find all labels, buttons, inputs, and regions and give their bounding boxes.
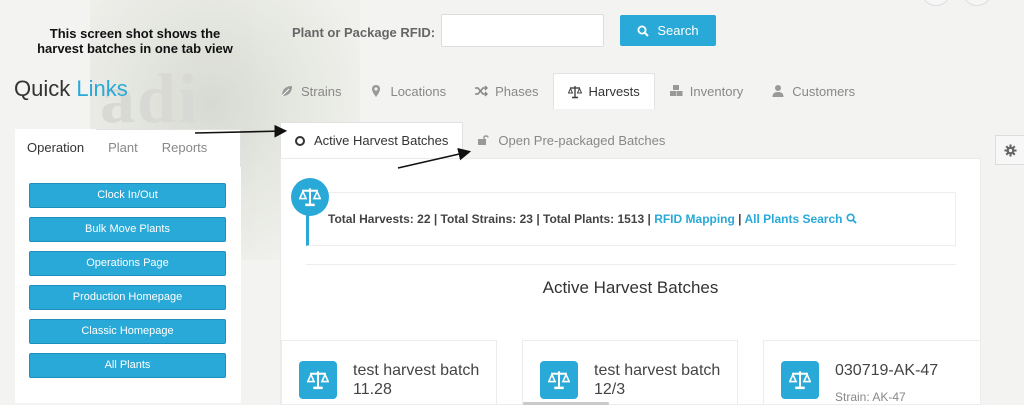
annotation-arrow xyxy=(194,124,288,138)
annotation-arrow xyxy=(397,147,472,169)
annotation-arrows xyxy=(194,124,472,169)
